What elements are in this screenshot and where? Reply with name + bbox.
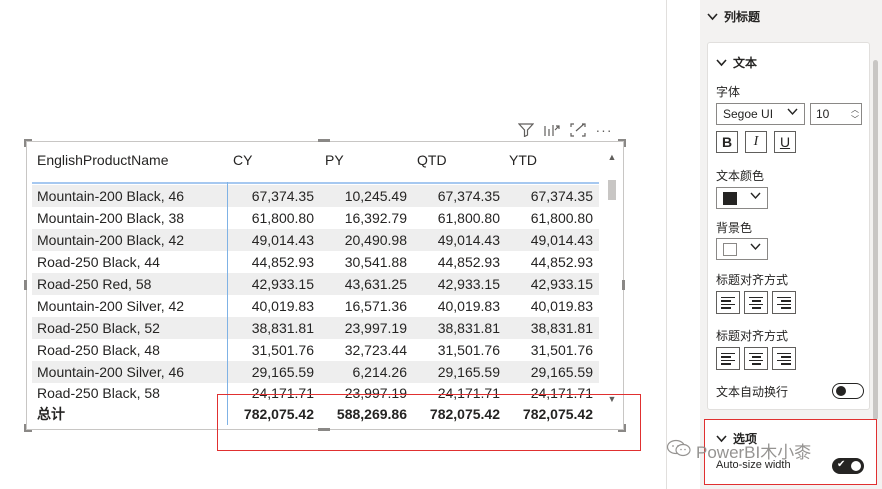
stepper-arrows-icon[interactable]: ︿ ﹀	[851, 105, 859, 125]
scroll-up-icon[interactable]: ▲	[606, 152, 618, 162]
align-right-button[interactable]	[772, 291, 796, 314]
section-column-headers[interactable]: 列标题	[707, 8, 760, 25]
table-row[interactable]: Road-250 Black, 44 44,852.93 30,541.88 4…	[32, 251, 599, 273]
background-color-picker[interactable]	[716, 238, 768, 260]
table-row[interactable]: Mountain-200 Silver, 42 40,019.83 16,571…	[32, 295, 599, 317]
column-header-qtd[interactable]: QTD	[411, 152, 503, 168]
filter-icon[interactable]	[516, 121, 536, 139]
underline-button[interactable]: U	[774, 131, 796, 153]
text-color-label: 文本颜色	[716, 169, 765, 183]
font-family-dropdown[interactable]: Segoe UI	[716, 103, 805, 125]
column-header-cy[interactable]: CY	[227, 152, 319, 168]
table-row[interactable]: Mountain-200 Black, 38 61,800.80 16,392.…	[32, 207, 599, 229]
resize-corner-tl[interactable]	[24, 139, 32, 147]
pane-scrollbar[interactable]	[873, 60, 878, 420]
table-scrollbar[interactable]: ▲ ▼	[606, 152, 618, 412]
chevron-down-icon	[750, 242, 761, 254]
header-alignment-label-2: 标题对齐方式	[716, 329, 789, 343]
focus-mode-icon[interactable]	[568, 121, 588, 139]
resize-corner-bl[interactable]	[24, 424, 32, 432]
text-color-swatch	[723, 192, 737, 205]
resize-handle-top[interactable]	[318, 139, 330, 142]
text-wrap-label: 文本自动换行	[716, 385, 789, 399]
visual-header: ···	[516, 121, 614, 139]
drill-icon[interactable]	[542, 121, 562, 139]
column-header-py[interactable]: PY	[319, 152, 411, 168]
background-color-label: 背景色	[716, 221, 753, 235]
table-row[interactable]: Mountain-200 Black, 46 67,374.35 10,245.…	[32, 185, 599, 207]
table-row[interactable]: Road-250 Black, 48 31,501.76 32,723.44 3…	[32, 339, 599, 361]
text-wrap-toggle[interactable]	[832, 383, 864, 399]
table-row[interactable]: Mountain-200 Black, 42 49,014.43 20,490.…	[32, 229, 599, 251]
bold-button[interactable]: B	[716, 131, 738, 153]
table-row[interactable]: Road-250 Red, 58 42,933.15 43,631.25 42,…	[32, 273, 599, 295]
align-center-button[interactable]	[744, 347, 768, 370]
resize-handle-left[interactable]	[24, 280, 27, 290]
column-header-ytd[interactable]: YTD	[503, 152, 595, 168]
resize-handle-right[interactable]	[622, 280, 625, 290]
chevron-down-icon	[707, 10, 718, 24]
more-options-icon[interactable]: ···	[594, 121, 614, 139]
chevron-down-icon	[716, 56, 727, 70]
align-left-button[interactable]	[716, 291, 740, 314]
font-label: 字体	[716, 85, 741, 99]
resize-corner-tr[interactable]	[618, 139, 626, 147]
subsection-text[interactable]: 文本	[716, 54, 757, 71]
pane-divider	[666, 0, 667, 489]
toggle-knob	[851, 461, 861, 471]
scroll-thumb[interactable]	[608, 180, 616, 200]
header-alignment-label: 标题对齐方式	[716, 273, 789, 287]
align-right-button[interactable]	[772, 347, 796, 370]
italic-button[interactable]: I	[745, 131, 767, 153]
toggle-knob	[836, 386, 846, 396]
align-left-button[interactable]	[716, 347, 740, 370]
column-header-product[interactable]: EnglishProductName	[32, 152, 227, 168]
background-color-swatch	[723, 243, 737, 256]
table-header: EnglishProductName CY PY QTD YTD	[32, 147, 612, 173]
table-body: Mountain-200 Black, 46 67,374.35 10,245.…	[32, 185, 599, 401]
watermark: PowerBI木小桼	[666, 438, 811, 463]
chevron-down-icon	[787, 107, 798, 119]
table-row[interactable]: Road-250 Black, 52 38,831.81 23,997.19 3…	[32, 317, 599, 339]
wechat-logo-icon	[666, 438, 692, 463]
checkmark-icon: ✔	[837, 459, 846, 470]
align-center-button[interactable]	[744, 291, 768, 314]
totals-highlight	[217, 394, 641, 451]
header-underline	[32, 182, 599, 184]
autosize-width-toggle[interactable]: ✔	[832, 458, 864, 474]
text-color-picker[interactable]	[716, 187, 768, 209]
column-divider	[227, 182, 228, 425]
table-row[interactable]: Mountain-200 Silver, 46 29,165.59 6,214.…	[32, 361, 599, 383]
chevron-down-icon	[750, 191, 761, 203]
font-size-stepper[interactable]: 10 ︿ ﹀	[810, 103, 862, 125]
